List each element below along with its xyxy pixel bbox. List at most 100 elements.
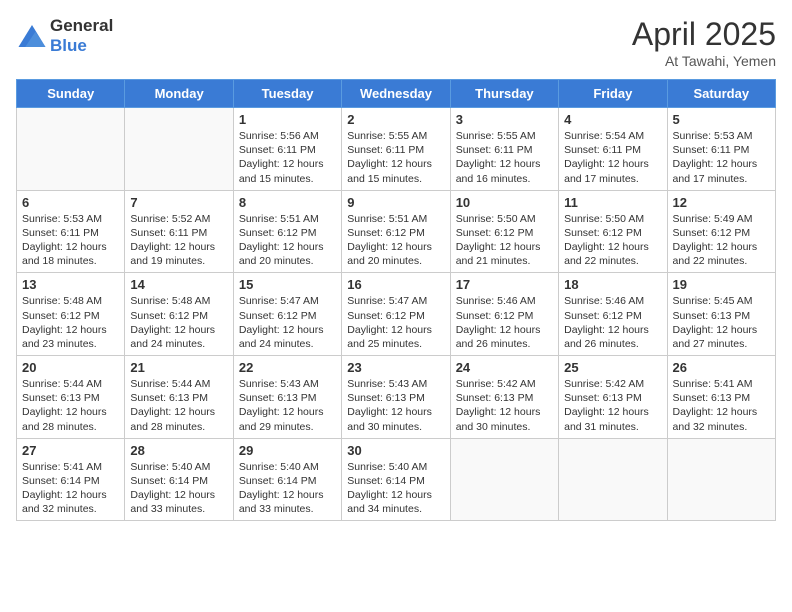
calendar-cell: 27 Sunrise: 5:41 AM Sunset: 6:14 PM Dayli…: [17, 438, 125, 521]
day-number: 28: [130, 443, 227, 458]
calendar-cell: 11 Sunrise: 5:50 AM Sunset: 6:12 PM Dayli…: [559, 190, 667, 273]
page-header: General Blue April 2025 At Tawahi, Yemen: [16, 16, 776, 69]
day-info: Sunrise: 5:48 AM Sunset: 6:12 PM Dayligh…: [22, 294, 119, 351]
calendar-cell: 21 Sunrise: 5:44 AM Sunset: 6:13 PM Dayli…: [125, 356, 233, 439]
calendar-cell: 22Sunrise: 5:43 AM Sunset: 6:13 PM Dayli…: [233, 356, 341, 439]
day-info: Sunrise: 5:47 AM Sunset: 6:12 PM Dayligh…: [239, 294, 336, 351]
calendar-cell: 7 Sunrise: 5:52 AM Sunset: 6:11 PM Daylig…: [125, 190, 233, 273]
day-info: Sunrise: 5:55 AM Sunset: 6:11 PM Dayligh…: [347, 129, 444, 186]
day-info: Sunrise: 5:56 AM Sunset: 6:11 PM Dayligh…: [239, 129, 336, 186]
day-header-thursday: Thursday: [450, 80, 558, 108]
calendar-cell: 2 Sunrise: 5:55 AM Sunset: 6:11 PM Daylig…: [342, 108, 450, 191]
day-info: Sunrise: 5:44 AM Sunset: 6:13 PM Dayligh…: [22, 377, 119, 434]
day-number: 6: [22, 195, 119, 210]
day-header-saturday: Saturday: [667, 80, 775, 108]
day-info: Sunrise: 5:46 AM Sunset: 6:12 PM Dayligh…: [564, 294, 661, 351]
logo-general: General: [50, 16, 113, 35]
day-header-sunday: Sunday: [17, 80, 125, 108]
day-number: 19: [673, 277, 770, 292]
calendar-cell: 25 Sunrise: 5:42 AM Sunset: 6:13 PM Dayli…: [559, 356, 667, 439]
day-header-wednesday: Wednesday: [342, 80, 450, 108]
calendar-cell: 23Sunrise: 5:43 AM Sunset: 6:13 PM Dayli…: [342, 356, 450, 439]
day-info: Sunrise: 5:55 AM Sunset: 6:11 PM Dayligh…: [456, 129, 553, 186]
day-number: 26: [673, 360, 770, 375]
day-number: 1: [239, 112, 336, 127]
day-info: Sunrise: 5:42 AM Sunset: 6:13 PM Dayligh…: [456, 377, 553, 434]
day-number: 20: [22, 360, 119, 375]
calendar-cell: 1 Sunrise: 5:56 AM Sunset: 6:11 PM Daylig…: [233, 108, 341, 191]
calendar-cell: 18 Sunrise: 5:46 AM Sunset: 6:12 PM Dayli…: [559, 273, 667, 356]
calendar-cell: 9Sunrise: 5:51 AM Sunset: 6:12 PM Daylig…: [342, 190, 450, 273]
calendar-cell: 28Sunrise: 5:40 AM Sunset: 6:14 PM Dayli…: [125, 438, 233, 521]
calendar-table: SundayMondayTuesdayWednesdayThursdayFrid…: [16, 79, 776, 521]
calendar-cell: [125, 108, 233, 191]
day-info: Sunrise: 5:43 AM Sunset: 6:13 PM Dayligh…: [347, 377, 444, 434]
calendar-cell: 10Sunrise: 5:50 AM Sunset: 6:12 PM Dayli…: [450, 190, 558, 273]
day-info: Sunrise: 5:53 AM Sunset: 6:11 PM Dayligh…: [22, 212, 119, 269]
day-header-tuesday: Tuesday: [233, 80, 341, 108]
calendar-week-5: 27 Sunrise: 5:41 AM Sunset: 6:14 PM Dayli…: [17, 438, 776, 521]
day-info: Sunrise: 5:50 AM Sunset: 6:12 PM Dayligh…: [456, 212, 553, 269]
calendar-cell: 26 Sunrise: 5:41 AM Sunset: 6:13 PM Dayli…: [667, 356, 775, 439]
day-number: 24: [456, 360, 553, 375]
day-info: Sunrise: 5:40 AM Sunset: 6:14 PM Dayligh…: [347, 460, 444, 517]
day-number: 15: [239, 277, 336, 292]
day-info: Sunrise: 5:43 AM Sunset: 6:13 PM Dayligh…: [239, 377, 336, 434]
calendar-cell: 3 Sunrise: 5:55 AM Sunset: 6:11 PM Daylig…: [450, 108, 558, 191]
title-area: April 2025 At Tawahi, Yemen: [632, 16, 776, 69]
calendar-cell: 24 Sunrise: 5:42 AM Sunset: 6:13 PM Dayli…: [450, 356, 558, 439]
day-info: Sunrise: 5:41 AM Sunset: 6:13 PM Dayligh…: [673, 377, 770, 434]
day-number: 18: [564, 277, 661, 292]
month-year-title: April 2025: [632, 16, 776, 53]
calendar-cell: 6 Sunrise: 5:53 AM Sunset: 6:11 PM Daylig…: [17, 190, 125, 273]
calendar-cell: 4 Sunrise: 5:54 AM Sunset: 6:11 PM Daylig…: [559, 108, 667, 191]
calendar-cell: 8 Sunrise: 5:51 AM Sunset: 6:12 PM Daylig…: [233, 190, 341, 273]
day-info: Sunrise: 5:52 AM Sunset: 6:11 PM Dayligh…: [130, 212, 227, 269]
calendar-cell: 13Sunrise: 5:48 AM Sunset: 6:12 PM Dayli…: [17, 273, 125, 356]
calendar-cell: [559, 438, 667, 521]
day-info: Sunrise: 5:45 AM Sunset: 6:13 PM Dayligh…: [673, 294, 770, 351]
logo-blue: Blue: [50, 36, 87, 55]
calendar-week-1: 1 Sunrise: 5:56 AM Sunset: 6:11 PM Daylig…: [17, 108, 776, 191]
day-info: Sunrise: 5:50 AM Sunset: 6:12 PM Dayligh…: [564, 212, 661, 269]
day-header-monday: Monday: [125, 80, 233, 108]
day-info: Sunrise: 5:54 AM Sunset: 6:11 PM Dayligh…: [564, 129, 661, 186]
day-info: Sunrise: 5:44 AM Sunset: 6:13 PM Dayligh…: [130, 377, 227, 434]
day-number: 30: [347, 443, 444, 458]
day-info: Sunrise: 5:51 AM Sunset: 6:12 PM Dayligh…: [347, 212, 444, 269]
day-number: 11: [564, 195, 661, 210]
day-info: Sunrise: 5:46 AM Sunset: 6:12 PM Dayligh…: [456, 294, 553, 351]
calendar-cell: 16Sunrise: 5:47 AM Sunset: 6:12 PM Dayli…: [342, 273, 450, 356]
day-info: Sunrise: 5:41 AM Sunset: 6:14 PM Dayligh…: [22, 460, 119, 517]
day-number: 16: [347, 277, 444, 292]
calendar-header: SundayMondayTuesdayWednesdayThursdayFrid…: [17, 80, 776, 108]
calendar-cell: 20 Sunrise: 5:44 AM Sunset: 6:13 PM Dayli…: [17, 356, 125, 439]
day-number: 8: [239, 195, 336, 210]
day-info: Sunrise: 5:51 AM Sunset: 6:12 PM Dayligh…: [239, 212, 336, 269]
day-number: 7: [130, 195, 227, 210]
calendar-cell: 15 Sunrise: 5:47 AM Sunset: 6:12 PM Dayli…: [233, 273, 341, 356]
calendar-cell: 19 Sunrise: 5:45 AM Sunset: 6:13 PM Dayli…: [667, 273, 775, 356]
calendar-cell: [450, 438, 558, 521]
logo: General Blue: [16, 16, 113, 56]
day-number: 4: [564, 112, 661, 127]
calendar-cell: 30 Sunrise: 5:40 AM Sunset: 6:14 PM Dayli…: [342, 438, 450, 521]
calendar-cell: 12 Sunrise: 5:49 AM Sunset: 6:12 PM Dayli…: [667, 190, 775, 273]
calendar-cell: [17, 108, 125, 191]
day-info: Sunrise: 5:49 AM Sunset: 6:12 PM Dayligh…: [673, 212, 770, 269]
calendar-cell: 14Sunrise: 5:48 AM Sunset: 6:12 PM Dayli…: [125, 273, 233, 356]
calendar-cell: 17 Sunrise: 5:46 AM Sunset: 6:12 PM Dayli…: [450, 273, 558, 356]
day-number: 5: [673, 112, 770, 127]
logo-icon: [18, 25, 46, 47]
day-number: 2: [347, 112, 444, 127]
day-number: 27: [22, 443, 119, 458]
day-number: 17: [456, 277, 553, 292]
day-number: 12: [673, 195, 770, 210]
day-number: 3: [456, 112, 553, 127]
calendar-cell: 29Sunrise: 5:40 AM Sunset: 6:14 PM Dayli…: [233, 438, 341, 521]
calendar-week-2: 6 Sunrise: 5:53 AM Sunset: 6:11 PM Daylig…: [17, 190, 776, 273]
calendar-cell: [667, 438, 775, 521]
day-number: 25: [564, 360, 661, 375]
day-info: Sunrise: 5:42 AM Sunset: 6:13 PM Dayligh…: [564, 377, 661, 434]
day-number: 21: [130, 360, 227, 375]
